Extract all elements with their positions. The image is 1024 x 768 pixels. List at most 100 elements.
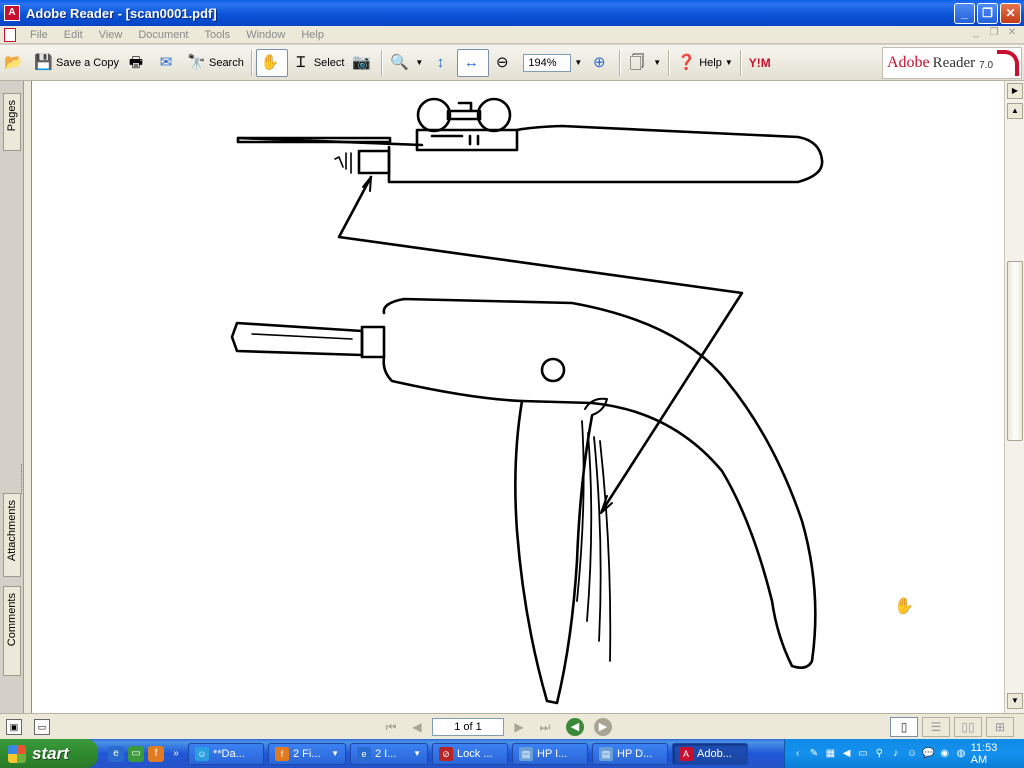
scroll-thumb[interactable] <box>1007 261 1023 441</box>
tab-attachments-label: Attachments <box>6 500 18 562</box>
text-cursor-icon: Ɪ <box>296 53 306 71</box>
page-number-field[interactable]: 1 of 1 <box>432 718 504 736</box>
task-button-6[interactable]: ▤ HP D... <box>592 742 668 765</box>
zoom-level-input[interactable]: 194% <box>523 53 572 72</box>
zoom-out-icon: ⊖ <box>496 53 509 71</box>
menu-tools[interactable]: Tools <box>197 29 239 41</box>
task-button-3[interactable]: e 2 I... ▼ <box>350 742 428 765</box>
zoom-tool-button[interactable]: 🔍 ▼ <box>386 49 427 77</box>
menu-document[interactable]: Document <box>130 29 196 41</box>
single-page-view-icon[interactable]: ▯ <box>890 717 918 737</box>
search-button[interactable]: 🔭 Search <box>183 49 248 77</box>
menu-file[interactable]: File <box>22 29 56 41</box>
restore-button[interactable]: ❐ <box>977 3 998 24</box>
close-button[interactable]: ✕ <box>1000 3 1021 24</box>
tray-tool-icon[interactable]: ✎ <box>807 747 820 761</box>
task-button-4[interactable]: ⊘ Lock ... <box>432 742 508 765</box>
top-tool-spring <box>334 152 352 174</box>
menu-view[interactable]: View <box>91 29 131 41</box>
desktop-quicklaunch-icon[interactable]: ▭ <box>128 745 144 762</box>
snapshot-tool-button[interactable]: 📷 <box>348 49 378 77</box>
tab-pages[interactable]: Pages <box>3 93 21 151</box>
previous-page-icon[interactable]: ◀ <box>406 717 428 737</box>
bottom-tool-collar <box>360 325 386 359</box>
last-page-icon[interactable]: ⏭ <box>534 717 556 737</box>
task-button-7[interactable]: A Adob... <box>672 742 748 765</box>
tray-usb-icon[interactable]: ⚲ <box>873 747 886 761</box>
document-view[interactable]: ✋ <box>32 81 1004 713</box>
chevron-down-icon[interactable]: ▼ <box>415 58 423 67</box>
title-bar: A Adobe Reader - [scan0001.pdf] _ ❐ ✕ <box>0 0 1024 26</box>
layout-continuous-icon[interactable]: ▭ <box>34 718 50 735</box>
task-label: Lock ... <box>457 747 493 760</box>
task-button-2[interactable]: f 2 Fi... ▼ <box>268 742 346 765</box>
lock-app-icon: ⊘ <box>439 746 453 761</box>
layout-single-icon[interactable]: ▣ <box>6 718 22 735</box>
chevron-down-icon[interactable]: ▼ <box>574 58 582 67</box>
fit-width-button[interactable]: ↔ <box>457 48 490 77</box>
print-button[interactable]: 🖶 <box>123 49 153 77</box>
continuous-view-icon[interactable]: ☰ <box>922 717 950 737</box>
toolbar-separator <box>619 49 622 76</box>
previous-view-icon[interactable]: ◀ <box>566 718 584 736</box>
chevron-down-icon[interactable]: ▼ <box>653 58 661 67</box>
save-copy-label: Save a Copy <box>56 56 119 69</box>
task-button-1[interactable]: ☺ **Da... <box>188 742 264 765</box>
window-title: Adobe Reader - [scan0001.pdf] <box>26 5 217 21</box>
tray-arrow-icon[interactable]: ◀ <box>840 747 853 761</box>
adobe-reader-icon: A <box>4 5 20 21</box>
doc-close-button[interactable]: ✕ <box>1004 27 1020 41</box>
save-copy-button[interactable]: 💾 Save a Copy <box>30 49 123 77</box>
start-button[interactable]: start <box>0 739 98 768</box>
tab-attachments[interactable]: Attachments <box>3 493 21 577</box>
vertical-scrollbar[interactable]: ▶ ▲ ▼ <box>1004 81 1024 713</box>
help-button[interactable]: ❓ Help ▼ <box>673 49 737 77</box>
first-page-icon[interactable]: ⏮ <box>380 717 402 737</box>
chevron-down-icon[interactable]: ▼ <box>725 58 733 67</box>
tray-messenger-icon[interactable]: ☺ <box>905 747 918 761</box>
scroll-up-button[interactable]: ▶ <box>1007 83 1023 99</box>
tab-comments[interactable]: Comments <box>3 586 21 676</box>
open-button[interactable]: 📂 <box>0 49 30 77</box>
ie-quicklaunch-icon[interactable]: e <box>108 745 124 762</box>
adobe-swoosh-icon <box>997 50 1019 76</box>
next-view-icon[interactable]: ▶ <box>594 718 612 736</box>
doc-restore-button[interactable]: ❐ <box>986 27 1002 41</box>
fit-height-icon: ↕ <box>436 53 445 71</box>
select-tool-button[interactable]: Ɪ Select <box>288 49 349 77</box>
doc-minimize-button[interactable]: _ <box>968 27 984 41</box>
minimize-button[interactable]: _ <box>954 3 975 24</box>
tray-chat-icon[interactable]: 💬 <box>922 747 935 761</box>
next-page-icon[interactable]: ▶ <box>508 717 530 737</box>
tray-expand-icon[interactable]: ‹ <box>791 747 804 761</box>
tray-display-icon[interactable]: ▭ <box>856 747 869 761</box>
camera-icon: 📷 <box>352 53 372 71</box>
clock[interactable]: 11:53 AM <box>971 742 1014 766</box>
pane-splitter[interactable] <box>24 81 32 713</box>
firefox-quicklaunch-icon[interactable]: f <box>148 745 164 762</box>
tray-security-icon[interactable]: ◉ <box>938 747 951 761</box>
zoom-out-button[interactable]: ⊖ <box>489 49 519 77</box>
facing-view-icon[interactable]: ▯▯ <box>954 717 982 737</box>
yahoo-toolbar-button[interactable]: Y!M <box>745 49 775 77</box>
help-label: Help <box>699 56 722 69</box>
fit-page-button[interactable]: ↕ <box>427 49 457 77</box>
tray-network-icon[interactable]: ▦ <box>824 747 837 761</box>
hand-tool-button[interactable]: ✋ <box>255 48 288 77</box>
email-button[interactable]: ✉ <box>153 49 183 77</box>
task-button-5[interactable]: ▤ HP I... <box>512 742 588 765</box>
zoom-in-button[interactable]: ⊕ <box>586 49 616 77</box>
scroll-down-arrow[interactable]: ▼ <box>1007 693 1023 709</box>
scroll-up-arrow[interactable]: ▲ <box>1007 103 1023 119</box>
tray-chrome-icon[interactable]: ◍ <box>954 747 967 761</box>
hp-director-icon: ▤ <box>599 746 613 761</box>
quicklaunch-expand-icon[interactable]: » <box>168 746 184 762</box>
menu-help[interactable]: Help <box>293 29 332 41</box>
rotate-view-button[interactable]: 🗍 ▼ <box>624 49 665 77</box>
brand-version: 7.0 <box>979 59 994 71</box>
task-label: 2 I... <box>375 747 397 760</box>
menu-edit[interactable]: Edit <box>56 29 91 41</box>
continuous-facing-view-icon[interactable]: ⊞ <box>986 717 1014 737</box>
tray-volume-icon[interactable]: ♪ <box>889 747 902 761</box>
menu-window[interactable]: Window <box>238 29 293 41</box>
